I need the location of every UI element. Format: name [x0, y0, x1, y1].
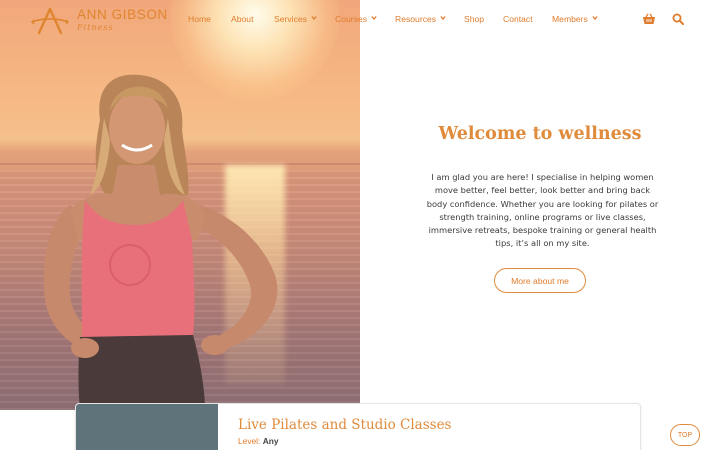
course-card[interactable]: Live Pilates and Studio Classes Level: A… — [75, 403, 641, 450]
nav-about[interactable]: About — [231, 14, 253, 24]
chevron-down-icon — [371, 16, 377, 20]
basket-icon[interactable] — [642, 13, 656, 25]
nav-courses[interactable]: Courses — [335, 14, 377, 24]
welcome-text: I am glad you are here! I specialise in … — [426, 172, 659, 249]
nav-shop-label: Shop — [464, 14, 485, 24]
course-card-image — [76, 404, 218, 450]
back-to-top-button[interactable]: TOP — [670, 424, 700, 446]
course-level-label: Level: — [238, 436, 261, 446]
logo-icon — [31, 7, 69, 35]
search-icon[interactable] — [672, 13, 684, 25]
site-logo[interactable]: ANN GIBSON Fitness — [31, 7, 168, 35]
nav-services[interactable]: Services — [274, 14, 317, 24]
brand-name: ANN GIBSON — [77, 7, 168, 22]
brand-tagline: Fitness — [77, 23, 114, 32]
nav-about-label: About — [231, 14, 254, 24]
nav-resources[interactable]: Resources — [395, 14, 446, 24]
nav-shop[interactable]: Shop — [464, 14, 484, 24]
chevron-down-icon — [440, 16, 446, 20]
nav-home-label: Home — [188, 14, 211, 24]
course-level-value: Any — [262, 436, 279, 446]
hero-photo — [0, 0, 360, 410]
more-about-me-button[interactable]: More about me — [494, 268, 586, 293]
course-card-title[interactable]: Live Pilates and Studio Classes — [238, 417, 451, 433]
nav-courses-label: Courses — [335, 14, 367, 24]
nav-contact[interactable]: Contact — [503, 14, 533, 24]
nav-resources-label: Resources — [395, 14, 437, 24]
nav-contact-label: Contact — [503, 14, 533, 24]
welcome-title: Welcome to wellness — [438, 124, 642, 144]
nav-home[interactable]: Home — [188, 14, 211, 24]
site-header: ANN GIBSON Fitness Home About Services C… — [0, 0, 720, 40]
chevron-down-icon — [592, 16, 598, 20]
chevron-down-icon — [311, 16, 317, 20]
nav-members[interactable]: Members — [552, 14, 598, 24]
course-level: Level: Any — [238, 436, 279, 446]
woman-figure — [43, 74, 278, 410]
nav-services-label: Services — [274, 14, 307, 24]
nav-members-label: Members — [552, 14, 588, 24]
